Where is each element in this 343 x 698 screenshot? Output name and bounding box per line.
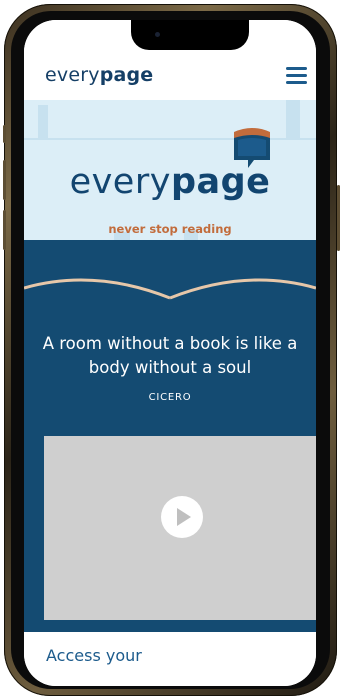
hamburger-icon[interactable] xyxy=(286,67,307,84)
quote-author: CICERO xyxy=(148,392,192,403)
hero-logo-bold: page xyxy=(170,162,271,202)
book-spine-2 xyxy=(286,100,300,138)
hero-logo-regular: every xyxy=(69,162,171,202)
camera-dot xyxy=(155,32,160,37)
shelf-line-1 xyxy=(24,138,316,140)
tagline: never stop reading xyxy=(108,222,232,236)
play-icon[interactable] xyxy=(161,496,203,538)
quote-text: A room without a book is like a body wit… xyxy=(42,334,298,377)
volume-down-button xyxy=(3,210,6,250)
power-button xyxy=(337,185,340,251)
hero-logo: everypage xyxy=(24,162,316,202)
video-player[interactable] xyxy=(44,436,316,620)
header-logo-regular: every xyxy=(45,64,100,86)
header-logo-bold: page xyxy=(99,64,154,86)
phone-screen: everypage everypage never stop reading A… xyxy=(24,20,316,686)
section-heading: Access your xyxy=(46,646,142,665)
mute-switch xyxy=(3,125,6,143)
header-logo[interactable]: everypage xyxy=(45,64,153,86)
book-spine-1 xyxy=(38,105,48,138)
open-book-edge xyxy=(24,278,316,318)
volume-up-button xyxy=(3,160,6,200)
notch xyxy=(131,20,249,50)
